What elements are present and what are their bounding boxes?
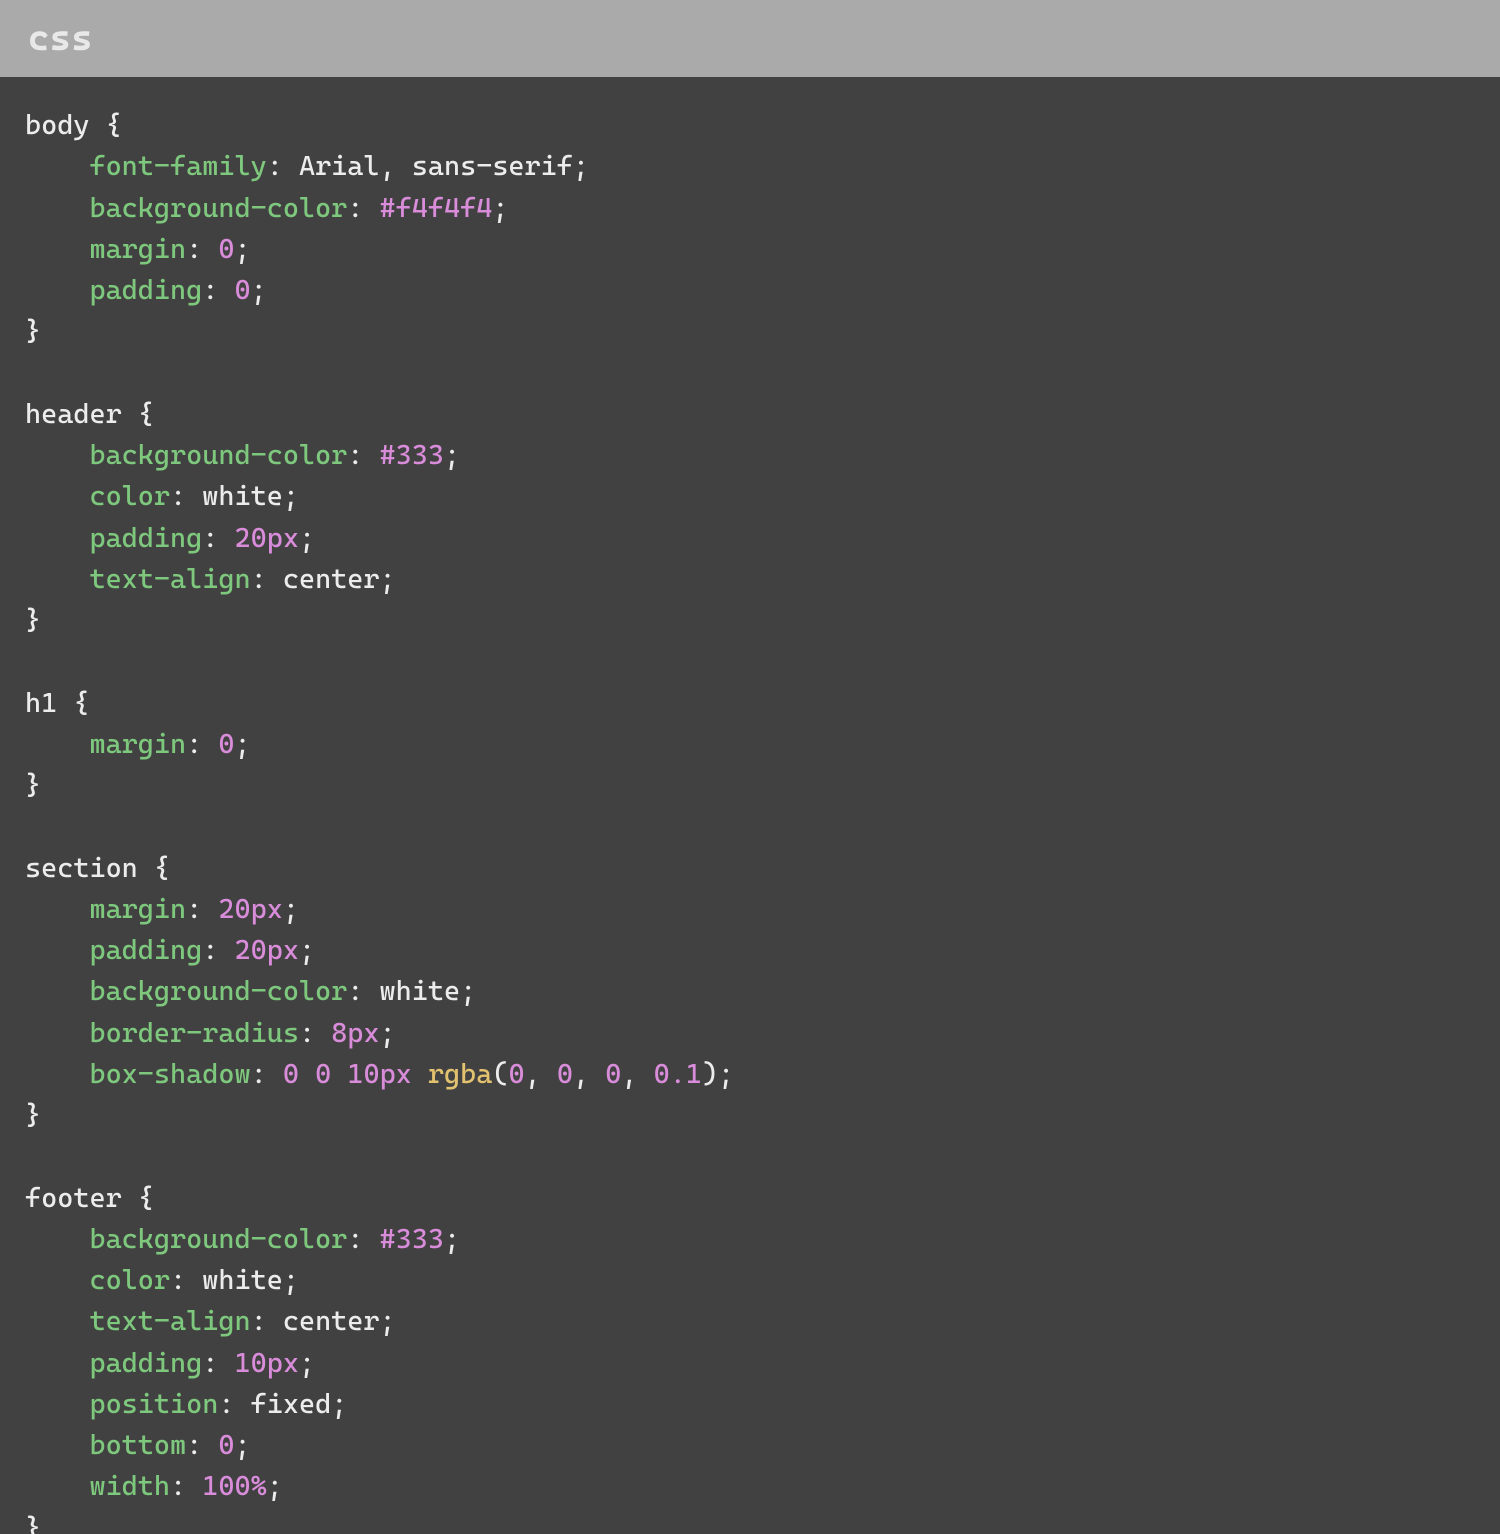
code-language-header: css (0, 0, 1500, 77)
language-label: css (28, 18, 93, 59)
code-body[interactable]: body { font-family: Arial, sans-serif; b… (0, 77, 1500, 1534)
code-block: css body { font-family: Arial, sans-seri… (0, 0, 1500, 1534)
